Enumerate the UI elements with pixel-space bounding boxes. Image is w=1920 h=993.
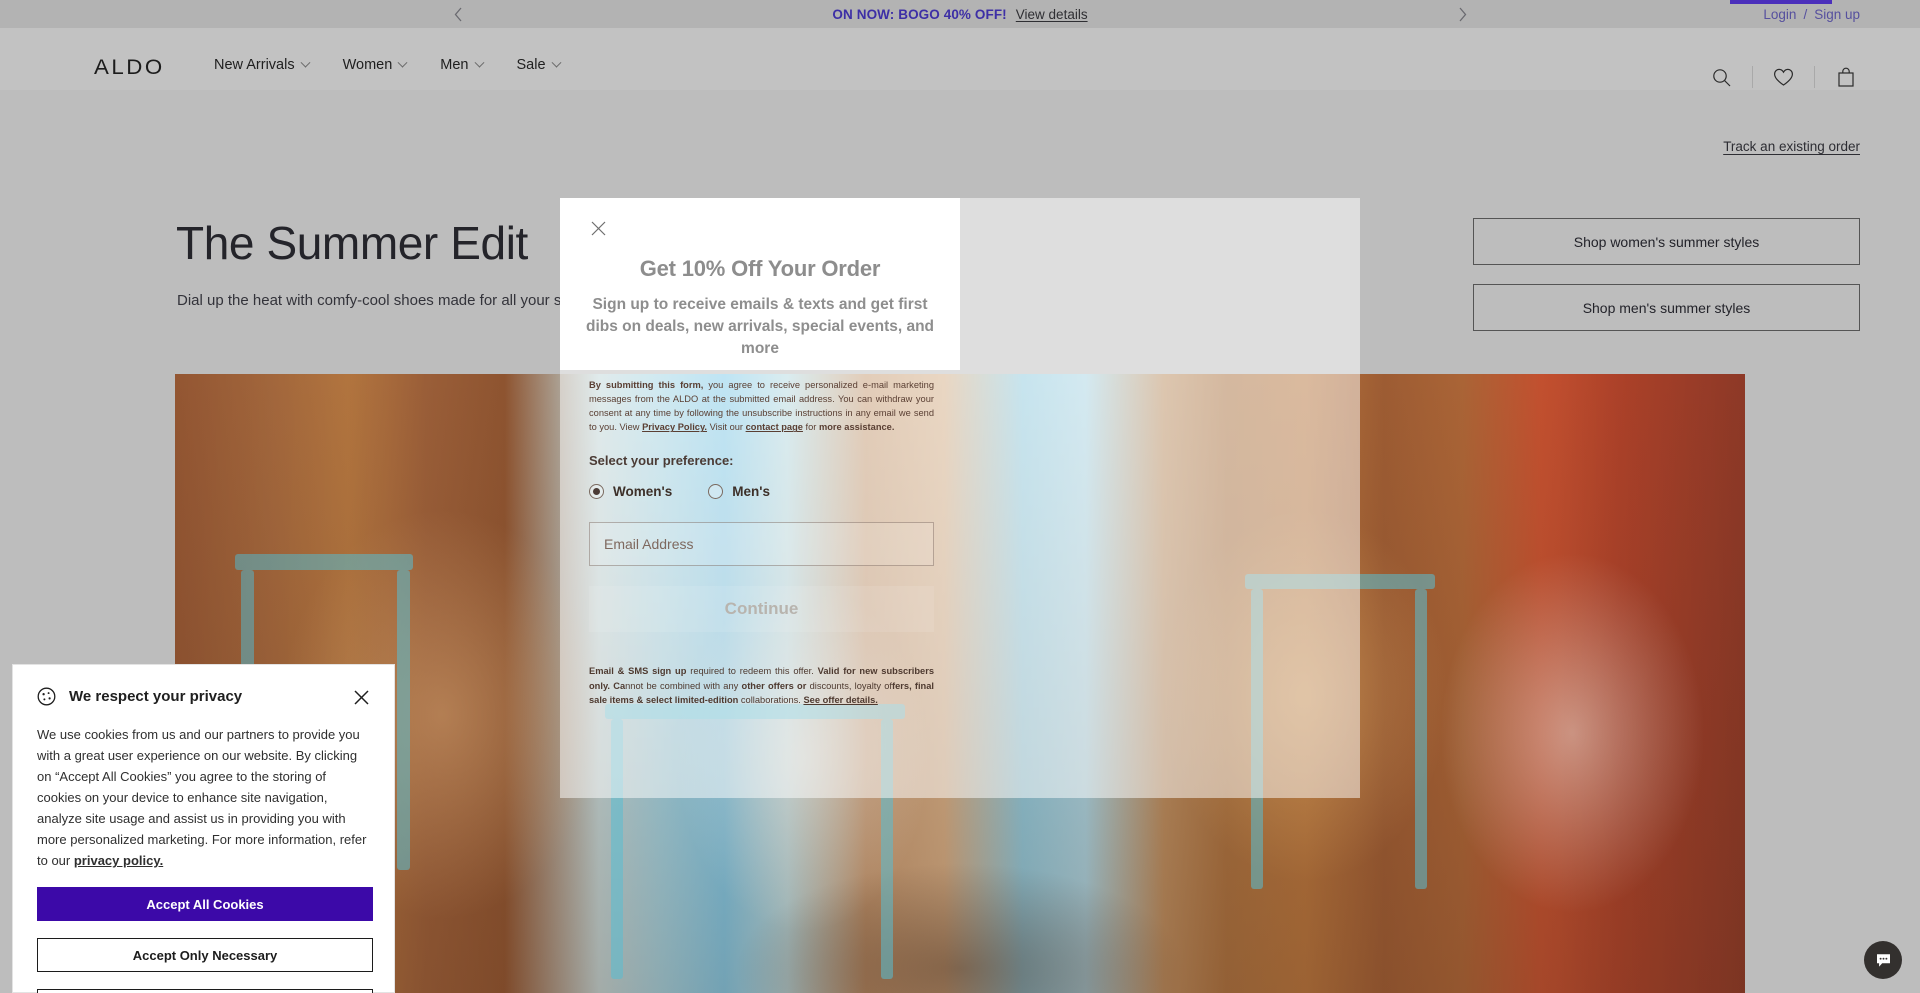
cookie-body-main: We use cookies from us and our partners …	[37, 727, 367, 869]
adjust-my-preferences-button[interactable]: Adjust My Preferences	[37, 989, 373, 993]
preference-radio-group: Women's Men's	[589, 484, 770, 499]
nav-item-women[interactable]: Women	[342, 57, 408, 73]
modal-subheading: Sign up to receive emails & texts and ge…	[585, 296, 935, 357]
nav-label: Men	[440, 57, 469, 73]
preference-option-label: Men's	[732, 484, 770, 499]
close-icon	[353, 689, 369, 705]
signup-link[interactable]: Sign up	[1814, 7, 1860, 22]
preference-option-mens[interactable]: Men's	[708, 484, 770, 499]
privacy-policy-link[interactable]: Privacy Policy.	[642, 422, 707, 432]
footnote-part: limited-edition	[674, 695, 739, 706]
promo-banner-text: ON NOW: BOGO 40% OFF!	[832, 6, 1007, 22]
modal-offer-footnote: Email & SMS sign up required to redeem t…	[589, 664, 934, 708]
promo-view-details-link[interactable]: View details	[1016, 7, 1088, 22]
footnote-part: other offers or	[741, 680, 807, 691]
radio-unselected-icon[interactable]	[708, 484, 724, 499]
close-icon	[591, 221, 605, 235]
shop-womens-summer-button[interactable]: Shop women's summer styles	[1473, 218, 1860, 265]
main-navigation: New Arrivals Women Men Sale	[214, 57, 561, 73]
legal-assistance: more assistance.	[818, 422, 895, 433]
nav-item-new-arrivals[interactable]: New Arrivals	[214, 57, 311, 73]
chat-bubble-icon	[1876, 953, 1890, 967]
modal-close-button[interactable]	[584, 214, 612, 242]
accept-only-necessary-button[interactable]: Accept Only Necessary	[37, 938, 373, 972]
account-separator: /	[1803, 6, 1808, 22]
cookie-icon	[37, 687, 56, 706]
cookie-header: We respect your privacy	[37, 687, 242, 706]
continue-button[interactable]: Continue	[589, 586, 934, 632]
cookie-close-button[interactable]	[350, 686, 372, 708]
chevron-down-icon	[474, 57, 484, 68]
email-signup-modal: Get 10% Off Your Order Sign up to receiv…	[560, 198, 1360, 798]
page-title: The Summer Edit	[176, 217, 528, 269]
cart-button[interactable]	[1815, 57, 1876, 97]
cookie-privacy-policy-link[interactable]: privacy policy.	[74, 853, 163, 868]
legal-body-2: Visit our	[707, 422, 746, 433]
cookie-button-group: Accept All Cookies Accept Only Necessary…	[37, 887, 373, 993]
footnote-part: discounts, loyalty of	[806, 680, 893, 691]
cookie-consent-dialog: We respect your privacy We use cookies f…	[12, 664, 395, 993]
modal-legal-text: By submitting this form, you agree to re…	[589, 378, 934, 435]
header-icon-group	[1691, 57, 1876, 97]
shopping-bag-icon	[1837, 67, 1854, 87]
footnote-part: collaborations.	[738, 695, 804, 706]
track-order-link[interactable]: Track an existing order	[1723, 139, 1860, 154]
aldo-logo[interactable]: ALDO	[94, 56, 165, 80]
radio-selected-icon[interactable]	[589, 484, 604, 499]
page-root: ON NOW: BOGO 40% OFF! View details Login…	[0, 0, 1920, 993]
nav-label: Women	[342, 57, 393, 73]
login-link[interactable]: Login	[1763, 7, 1796, 22]
nav-label: New Arrivals	[214, 57, 295, 73]
preference-option-label: Women's	[613, 484, 673, 499]
footnote-part: Email & SMS sign up	[589, 666, 687, 676]
chat-widget-button[interactable]	[1864, 941, 1902, 979]
cookie-body-text: We use cookies from us and our partners …	[37, 724, 373, 871]
chevron-down-icon	[551, 57, 561, 68]
promo-prev-button[interactable]	[441, 0, 475, 28]
promo-next-button[interactable]	[1445, 0, 1479, 28]
contact-page-link[interactable]: contact page	[746, 422, 803, 432]
account-links: Login / Sign up	[1763, 0, 1860, 28]
wishlist-button[interactable]	[1753, 57, 1814, 97]
preference-label: Select your preference:	[589, 453, 734, 468]
footnote-part: nnot be combined with any	[625, 680, 742, 691]
heart-icon	[1773, 68, 1794, 86]
chevron-down-icon	[300, 57, 311, 68]
footnote-part: required to redeem this offer.	[686, 666, 818, 676]
shop-mens-summer-button[interactable]: Shop men's summer styles	[1473, 284, 1860, 331]
nav-item-sale[interactable]: Sale	[516, 57, 561, 73]
chevron-down-icon	[397, 57, 408, 68]
promo-banner: ON NOW: BOGO 40% OFF! View details	[0, 0, 1920, 28]
cookie-dialog-title: We respect your privacy	[69, 688, 243, 705]
nav-label: Sale	[516, 57, 546, 73]
legal-bold-lead: By submitting this form,	[589, 380, 704, 390]
accept-all-cookies-button[interactable]: Accept All Cookies	[37, 887, 373, 921]
search-icon	[1713, 68, 1731, 86]
legal-body-3: for	[802, 422, 819, 433]
email-input[interactable]	[589, 522, 934, 566]
preference-option-womens[interactable]: Women's	[589, 484, 672, 499]
search-button[interactable]	[1691, 57, 1752, 97]
nav-item-men[interactable]: Men	[440, 57, 484, 73]
hero-cta-group: Shop women's summer styles Shop men's su…	[1473, 218, 1860, 331]
see-offer-details-link[interactable]: See offer details.	[803, 695, 877, 705]
modal-heading: Get 10% Off Your Order	[639, 256, 881, 281]
